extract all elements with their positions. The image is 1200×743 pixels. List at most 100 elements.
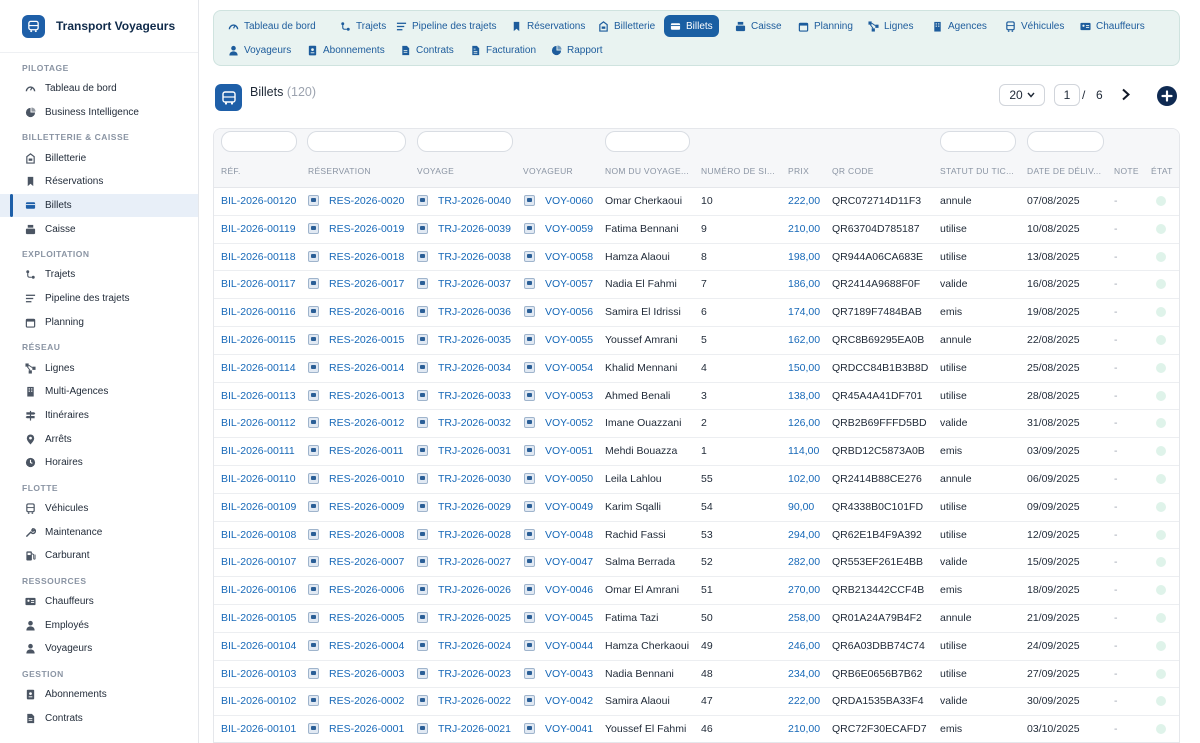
sidebar-item-vehicules[interactable]: Véhicules xyxy=(0,497,198,521)
traveler-link[interactable]: VOY-0056 xyxy=(524,306,593,318)
page-size-select[interactable]: 20 xyxy=(999,84,1045,106)
trip-link[interactable]: TRJ-2026-0034 xyxy=(417,361,511,374)
tab-voyageurs[interactable]: Voyageurs xyxy=(222,39,297,61)
reservation-link[interactable]: RES-2026-0002 xyxy=(308,695,404,707)
table-row[interactable]: BIL-2026-00108 RES-2026-0008 TRJ-2026-0028… xyxy=(214,522,1179,550)
filter-reservation[interactable] xyxy=(307,131,406,152)
traveler-link[interactable]: VOY-0046 xyxy=(524,584,593,596)
reservation-link[interactable]: RES-2026-0016 xyxy=(308,306,404,318)
column-header[interactable]: VOYAGEUR xyxy=(523,166,603,176)
table-row[interactable]: BIL-2026-00101 RES-2026-0001 TRJ-2026-0021… xyxy=(214,716,1179,742)
sidebar-item-voyageurs[interactable]: Voyageurs xyxy=(0,637,198,661)
ticket-ref-link[interactable]: BIL-2026-00108 xyxy=(221,529,296,541)
table-row[interactable]: BIL-2026-00112 RES-2026-0012 TRJ-2026-0032… xyxy=(214,410,1179,439)
filter-ref[interactable] xyxy=(221,131,297,152)
column-header[interactable]: NOM DU VOYAGE... xyxy=(605,166,695,176)
traveler-link[interactable]: VOY-0049 xyxy=(524,500,593,513)
sidebar-item-billetterie[interactable]: Billetterie xyxy=(0,146,198,170)
sidebar-item-carburant[interactable]: Carburant xyxy=(0,544,198,568)
trip-link[interactable]: TRJ-2026-0030 xyxy=(417,473,511,485)
table-row[interactable]: BIL-2026-00105 RES-2026-0005 TRJ-2026-0025… xyxy=(214,605,1179,633)
column-header[interactable]: NOTE xyxy=(1114,166,1144,176)
traveler-link[interactable]: VOY-0045 xyxy=(524,612,593,624)
tab-planning[interactable]: Planning xyxy=(792,15,859,37)
column-header[interactable]: NUMÉRO DE SI... xyxy=(701,166,776,176)
sidebar-item-caisse[interactable]: Caisse xyxy=(0,217,198,241)
traveler-link[interactable]: VOY-0048 xyxy=(524,528,593,541)
table-row[interactable]: BIL-2026-00114 RES-2026-0014 TRJ-2026-0034… xyxy=(214,355,1179,383)
sidebar-item-arrets[interactable]: Arrêts xyxy=(0,427,198,451)
column-header[interactable]: RÉF. xyxy=(221,166,301,176)
reservation-link[interactable]: RES-2026-0019 xyxy=(308,222,404,235)
trip-link[interactable]: TRJ-2026-0024 xyxy=(417,639,511,652)
tab-trajets[interactable]: Trajets xyxy=(334,15,392,37)
table-row[interactable]: BIL-2026-00117 RES-2026-0017 TRJ-2026-0037… xyxy=(214,271,1179,300)
current-page-input[interactable]: 1 xyxy=(1054,84,1080,106)
tab-billets[interactable]: Billets xyxy=(664,15,719,37)
reservation-link[interactable]: RES-2026-0005 xyxy=(308,612,404,624)
table-row[interactable]: BIL-2026-00103 RES-2026-0003 TRJ-2026-0023… xyxy=(214,661,1179,689)
column-header[interactable]: RÉSERVATION xyxy=(308,166,408,176)
brand[interactable]: Transport Voyageurs xyxy=(0,0,198,53)
filter-nom-voyageur[interactable] xyxy=(605,131,690,152)
table-row[interactable]: BIL-2026-00110 RES-2026-0010 TRJ-2026-0030… xyxy=(214,466,1179,494)
table-row[interactable]: BIL-2026-00113 RES-2026-0013 TRJ-2026-0033… xyxy=(214,383,1179,411)
sidebar-item-maintenance[interactable]: Maintenance xyxy=(0,520,198,544)
ticket-ref-link[interactable]: BIL-2026-00120 xyxy=(221,195,296,207)
reservation-link[interactable]: RES-2026-0020 xyxy=(308,195,404,207)
table-row[interactable]: BIL-2026-00106 RES-2026-0006 TRJ-2026-0026… xyxy=(214,577,1179,605)
sidebar-item-business-intelligence[interactable]: Business Intelligence xyxy=(0,101,198,125)
sidebar-item-itineraires[interactable]: Itinéraires xyxy=(0,404,198,428)
traveler-link[interactable]: VOY-0057 xyxy=(524,278,593,290)
table-row[interactable]: BIL-2026-00120 RES-2026-0020 TRJ-2026-0040… xyxy=(214,188,1179,216)
ticket-ref-link[interactable]: BIL-2026-00111 xyxy=(221,445,295,457)
traveler-link[interactable]: VOY-0053 xyxy=(524,389,593,402)
sidebar-item-lignes[interactable]: Lignes xyxy=(0,356,198,380)
ticket-ref-link[interactable]: BIL-2026-00102 xyxy=(221,695,296,707)
sidebar-item-billets[interactable]: Billets xyxy=(0,193,198,218)
reservation-link[interactable]: RES-2026-0008 xyxy=(308,528,404,541)
tab-tableau-de-bord[interactable]: Tableau de bord xyxy=(222,15,322,37)
tab-vehicules[interactable]: Véhicules xyxy=(999,15,1070,37)
trip-link[interactable]: TRJ-2026-0028 xyxy=(417,528,511,541)
tab-chauffeurs[interactable]: Chauffeurs xyxy=(1074,15,1151,37)
reservation-link[interactable]: RES-2026-0014 xyxy=(308,361,404,374)
filter-voyage[interactable] xyxy=(417,131,513,152)
trip-link[interactable]: TRJ-2026-0025 xyxy=(417,612,511,624)
table-row[interactable]: BIL-2026-00115 RES-2026-0015 TRJ-2026-0035… xyxy=(214,327,1179,355)
trip-link[interactable]: TRJ-2026-0040 xyxy=(417,195,511,207)
reservation-link[interactable]: RES-2026-0007 xyxy=(308,556,404,568)
sidebar-item-planning[interactable]: Planning xyxy=(0,311,198,335)
ticket-ref-link[interactable]: BIL-2026-00114 xyxy=(221,362,296,374)
ticket-ref-link[interactable]: BIL-2026-00110 xyxy=(221,473,296,485)
table-row[interactable]: BIL-2026-00107 RES-2026-0007 TRJ-2026-0027… xyxy=(214,549,1179,578)
reservation-link[interactable]: RES-2026-0006 xyxy=(308,584,404,596)
trip-link[interactable]: TRJ-2026-0029 xyxy=(417,500,511,513)
traveler-link[interactable]: VOY-0058 xyxy=(524,250,593,263)
sidebar-item-pipeline-des-trajets[interactable]: Pipeline des trajets xyxy=(0,287,198,311)
trip-link[interactable]: TRJ-2026-0023 xyxy=(417,667,511,680)
reservation-link[interactable]: RES-2026-0004 xyxy=(308,639,404,652)
reservation-link[interactable]: RES-2026-0009 xyxy=(308,500,404,513)
sidebar-item-abonnements[interactable]: Abonnements xyxy=(0,683,198,707)
traveler-link[interactable]: VOY-0047 xyxy=(524,556,593,568)
reservation-link[interactable]: RES-2026-0001 xyxy=(308,723,404,735)
traveler-link[interactable]: VOY-0055 xyxy=(524,334,593,346)
trip-link[interactable]: TRJ-2026-0036 xyxy=(417,306,511,318)
column-header[interactable]: ÉTAT xyxy=(1151,166,1179,176)
ticket-ref-link[interactable]: BIL-2026-00116 xyxy=(221,306,296,318)
traveler-link[interactable]: VOY-0050 xyxy=(524,473,593,485)
table-row[interactable]: BIL-2026-00118 RES-2026-0018 TRJ-2026-0038… xyxy=(214,244,1179,272)
sidebar-item-trajets[interactable]: Trajets xyxy=(0,263,198,287)
tab-reservations[interactable]: Réservations xyxy=(505,15,591,37)
tab-caisse[interactable]: Caisse xyxy=(729,15,788,37)
table-row[interactable]: BIL-2026-00102 RES-2026-0002 TRJ-2026-0022… xyxy=(214,688,1179,717)
column-header[interactable]: VOYAGE xyxy=(417,166,517,176)
tab-contrats[interactable]: Contrats xyxy=(394,39,460,61)
ticket-ref-link[interactable]: BIL-2026-00115 xyxy=(221,334,296,346)
reservation-link[interactable]: RES-2026-0018 xyxy=(308,250,404,263)
tab-rapport[interactable]: Rapport xyxy=(545,39,609,61)
reservation-link[interactable]: RES-2026-0010 xyxy=(308,473,404,485)
ticket-ref-link[interactable]: BIL-2026-00103 xyxy=(221,668,296,680)
tab-lignes[interactable]: Lignes xyxy=(862,15,919,37)
